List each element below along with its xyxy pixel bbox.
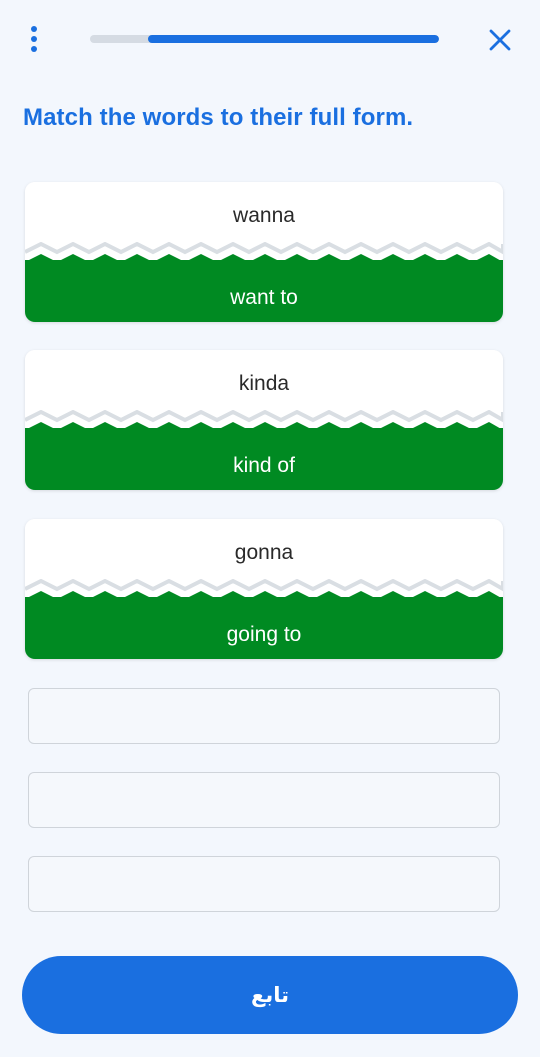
full-form-label: want to (230, 286, 298, 309)
exercise-prompt: Match the words to their full form. (23, 104, 414, 131)
close-icon (489, 29, 511, 51)
word-label: kinda (238, 372, 290, 395)
matched-pair-card[interactable]: kinda kind of (25, 350, 503, 490)
full-form-label: kind of (233, 454, 295, 477)
full-form-label: going to (226, 623, 302, 646)
more-vertical-icon (31, 26, 37, 32)
continue-button[interactable]: تابع (22, 956, 518, 1034)
answer-slot[interactable] (28, 772, 500, 828)
matched-pair-card[interactable]: gonna going to (25, 519, 503, 659)
word-label: wanna (233, 204, 295, 227)
full-form-tile: want to (25, 260, 503, 322)
word-label: gonna (234, 541, 294, 564)
answer-slot[interactable] (28, 856, 500, 912)
progress-fill (148, 35, 439, 43)
answer-slot[interactable] (28, 688, 500, 744)
lesson-progress-bar (90, 35, 439, 43)
close-button[interactable] (484, 24, 516, 56)
more-vertical-dot (31, 36, 37, 42)
more-vertical-dot (31, 46, 37, 52)
full-form-tile: going to (25, 597, 503, 659)
full-form-tile: kind of (25, 428, 503, 490)
matched-pair-card[interactable]: wanna want to (25, 182, 503, 322)
more-options-button[interactable] (22, 24, 46, 54)
